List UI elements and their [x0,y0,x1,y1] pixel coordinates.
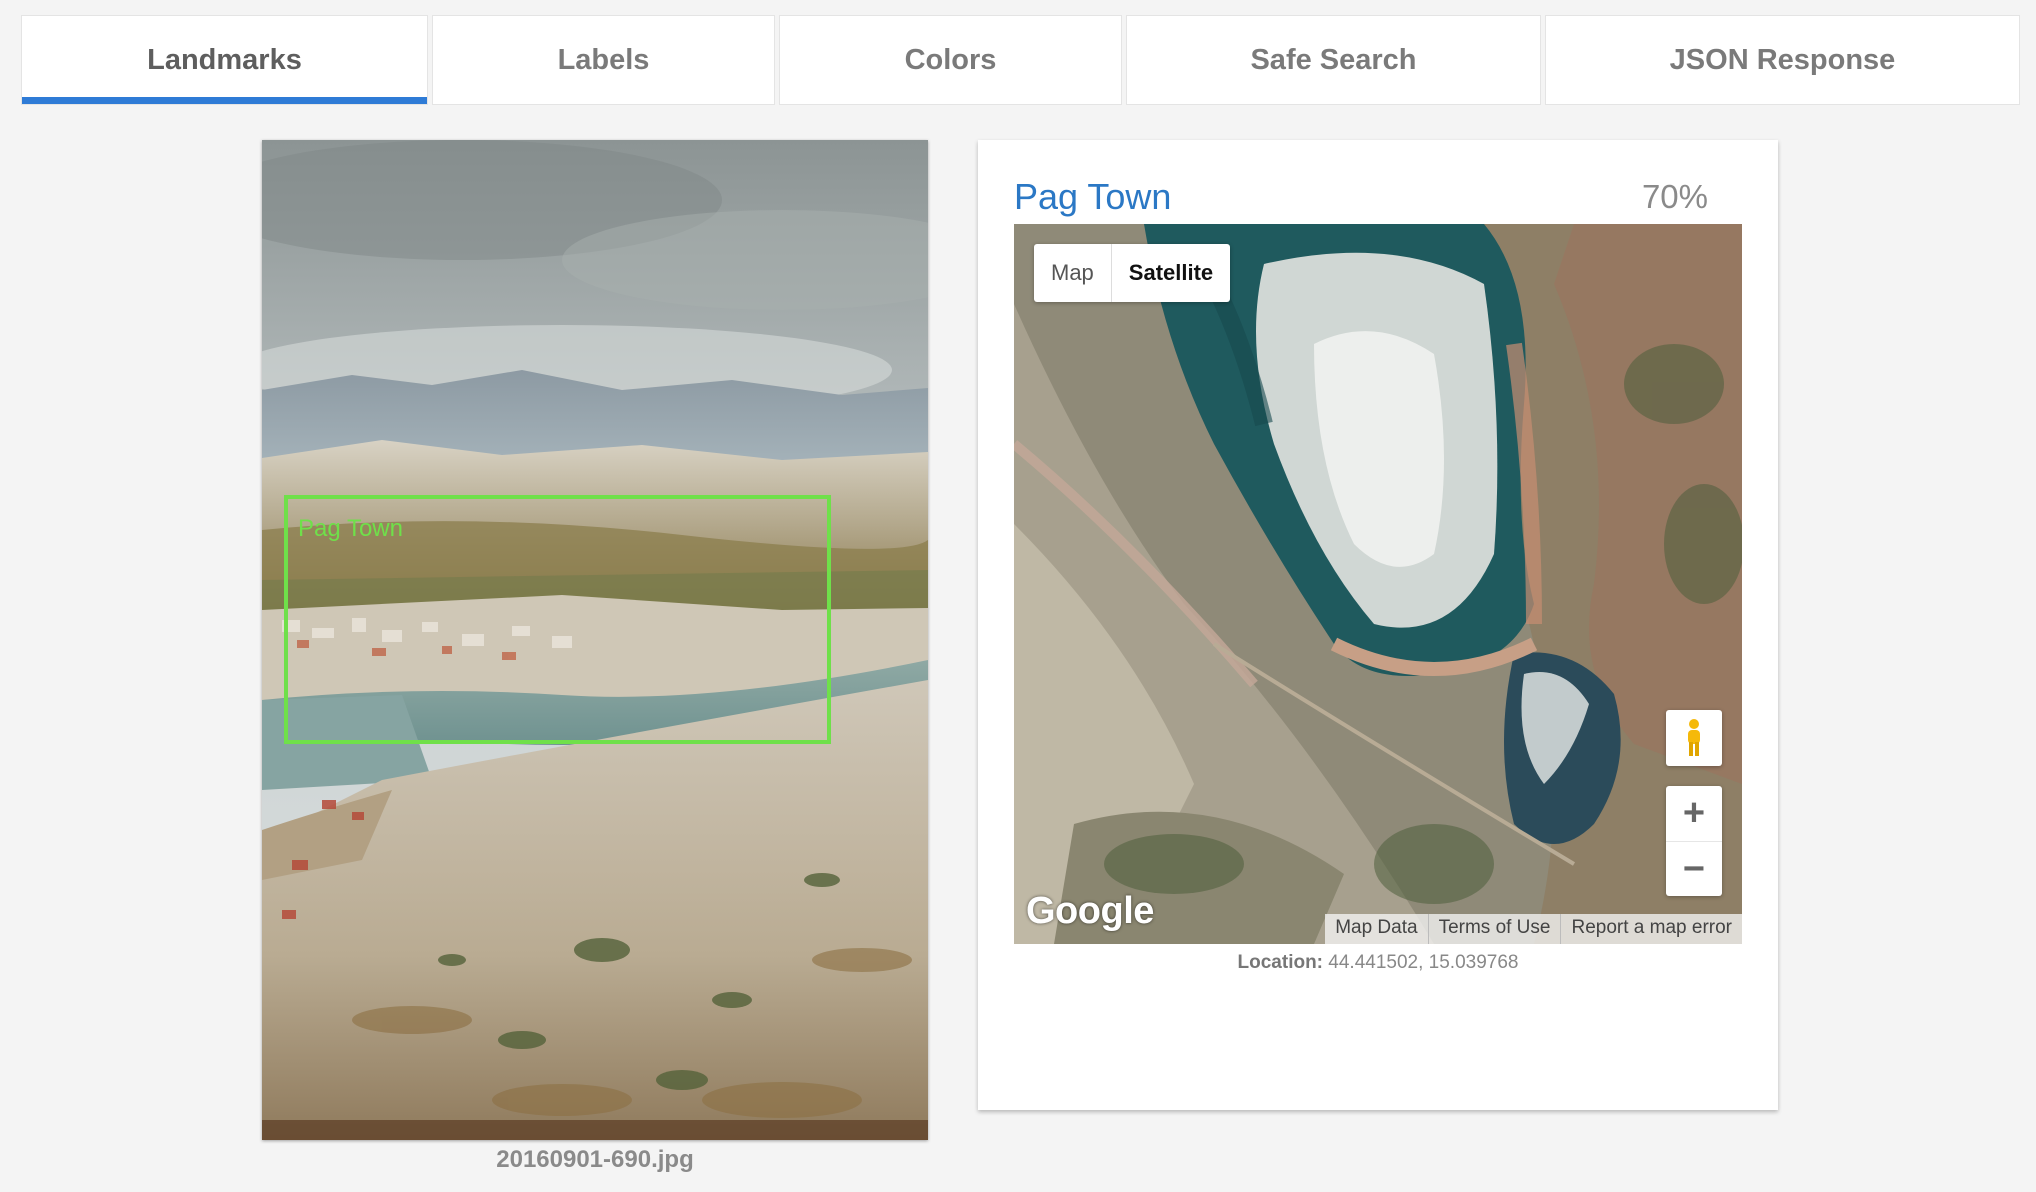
map-type-map-button[interactable]: Map [1034,244,1111,302]
google-logo: Google [1026,890,1154,932]
bounding-box-label: Pag Town [298,515,403,542]
analyzed-photo: Pag Town [262,140,928,1140]
landmark-score: 70% [1641,178,1708,215]
zoom-controls: + − [1666,786,1722,896]
location-value: 44.441502, 15.039768 [1328,952,1519,973]
tab-json-response[interactable]: JSON Response [1545,15,2020,105]
tab-labels[interactable]: Labels [432,15,775,105]
landmark-result-card: Pag Town 70% Map Satellite + − Google Ma… [978,140,1778,1110]
map-type-toggle: Map Satellite [1034,244,1231,302]
landmark-name: Pag Town [1014,176,1172,217]
map-type-satellite-button[interactable]: Satellite [1110,244,1230,302]
landmark-map[interactable]: Map Satellite + − Google Map Data Terms … [1014,224,1742,944]
tab-bar: Landmarks Labels Colors Safe Search JSON… [21,15,2020,105]
tab-landmarks[interactable]: Landmarks [21,15,428,105]
zoom-out-button[interactable]: − [1666,842,1722,897]
location-label: Location: [1237,952,1324,973]
map-data-link[interactable]: Map Data [1325,914,1427,944]
map-footer: Map Data Terms of Use Report a map error [1325,914,1742,944]
tab-safe-search[interactable]: Safe Search [1126,15,1541,105]
terms-of-use-link[interactable]: Terms of Use [1427,914,1561,944]
photo-filename: 20160901-690.jpg [496,1146,694,1173]
tab-colors[interactable]: Colors [779,15,1122,105]
zoom-in-button[interactable]: + [1666,786,1722,842]
landmark-location: Location: 44.441502, 15.039768 [1014,952,1742,974]
pegman-icon[interactable] [1666,710,1722,766]
report-map-error-link[interactable]: Report a map error [1560,914,1742,944]
